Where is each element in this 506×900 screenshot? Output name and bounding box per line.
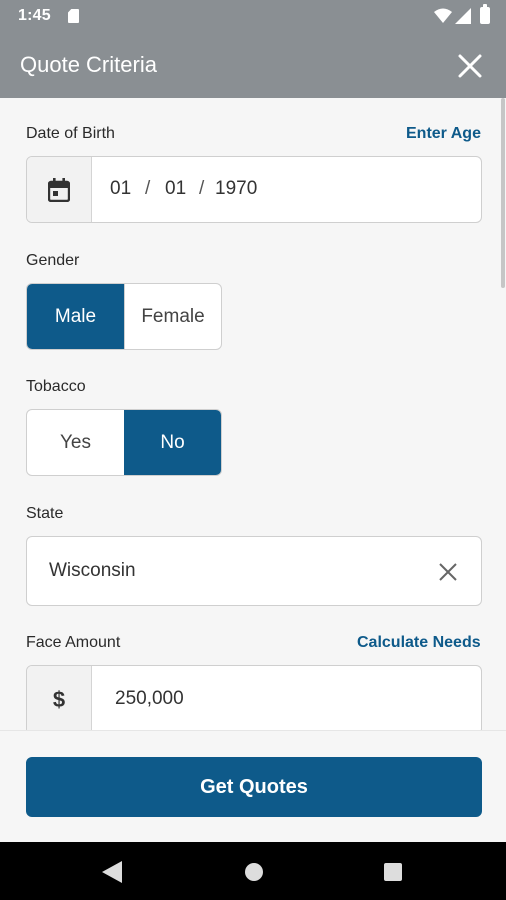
dob-separator: / xyxy=(199,178,205,199)
status-time: 1:45 xyxy=(18,7,51,24)
dollar-icon: $ xyxy=(52,687,66,712)
face-amount-value[interactable]: 250,000 xyxy=(115,688,184,710)
gender-option-female[interactable]: Female xyxy=(124,284,221,349)
calculate-needs-link[interactable]: Calculate Needs xyxy=(357,634,481,652)
dob-label: Date of Birth xyxy=(26,125,115,142)
calendar-button[interactable] xyxy=(27,157,92,222)
dob-separator: / xyxy=(145,178,151,199)
get-quotes-button[interactable]: Get Quotes xyxy=(26,757,482,817)
battery-icon xyxy=(480,4,490,24)
dollar-prefix: $ xyxy=(27,666,92,734)
gender-toggle: Male Female xyxy=(26,283,222,350)
nav-bar xyxy=(0,842,506,900)
tobacco-label: Tobacco xyxy=(26,378,86,395)
scrollbar[interactable] xyxy=(501,98,505,288)
face-amount-field[interactable]: $ 250,000 xyxy=(26,665,482,735)
state-field[interactable]: Wisconsin xyxy=(26,536,482,606)
page-title: Quote Criteria xyxy=(20,52,157,77)
face-amount-label: Face Amount xyxy=(26,634,121,651)
dob-field[interactable]: 01 / 01 / 1970 xyxy=(26,156,482,223)
app-bar: Quote Criteria xyxy=(0,32,506,98)
dob-year[interactable]: 1970 xyxy=(215,178,257,200)
recents-icon[interactable] xyxy=(384,863,402,881)
wifi-icon xyxy=(434,8,452,23)
footer: Get Quotes xyxy=(0,730,506,842)
state-label: State xyxy=(26,505,64,522)
status-bar: 1:45 xyxy=(0,0,506,32)
state-value[interactable]: Wisconsin xyxy=(49,560,136,582)
calendar-icon xyxy=(48,177,70,202)
tobacco-toggle: Yes No xyxy=(26,409,222,476)
close-button[interactable] xyxy=(455,51,485,81)
gender-option-male[interactable]: Male xyxy=(27,284,124,349)
clear-icon xyxy=(439,563,457,581)
tobacco-option-yes[interactable]: Yes xyxy=(27,410,124,475)
enter-age-link[interactable]: Enter Age xyxy=(406,125,481,143)
dob-day[interactable]: 01 xyxy=(165,178,186,200)
sd-card-icon xyxy=(68,9,79,23)
tobacco-option-no[interactable]: No xyxy=(124,410,221,475)
dob-month[interactable]: 01 xyxy=(110,178,131,200)
gender-label: Gender xyxy=(26,252,80,269)
close-icon xyxy=(458,54,482,78)
back-icon[interactable] xyxy=(102,861,122,883)
signal-icon xyxy=(455,8,471,24)
state-clear-button[interactable] xyxy=(437,561,459,583)
home-icon[interactable] xyxy=(245,863,263,881)
